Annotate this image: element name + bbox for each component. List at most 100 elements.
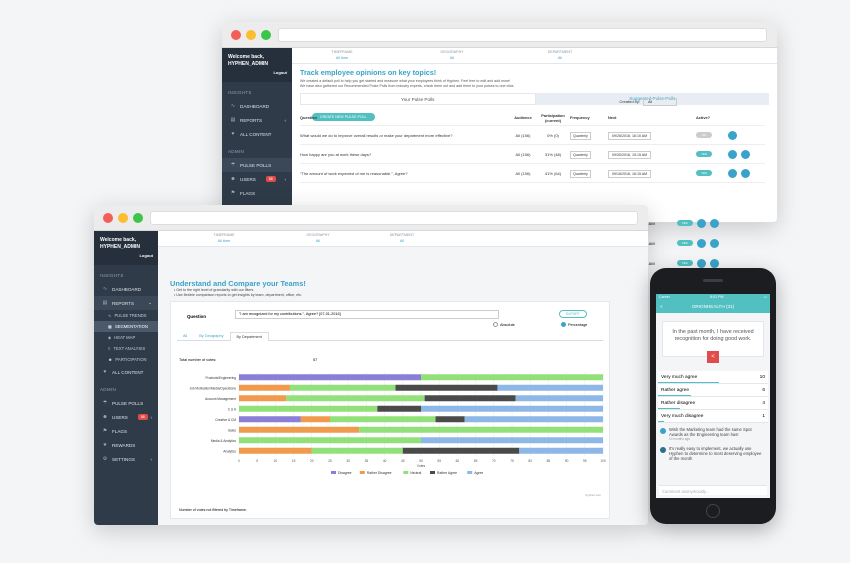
filter-label: DEPARTMENT <box>389 233 415 237</box>
frequency-select[interactable]: Quarterly <box>570 169 591 178</box>
message-icon[interactable] <box>709 238 719 248</box>
frequency-select[interactable]: Quarterly <box>570 131 591 140</box>
sidebar-item-users[interactable]: ☻ USERS 88 ‹ <box>94 410 158 424</box>
absolute-radio[interactable]: Absolute <box>493 322 515 327</box>
next-date-input[interactable]: 09/30/2016, 15:15 AM <box>608 150 652 159</box>
close-window-button[interactable] <box>103 213 113 223</box>
sidebar-item-pulse-polls[interactable]: ☂ PULSE POLLS <box>94 396 158 410</box>
x-tick-label: 0 <box>238 459 240 463</box>
timeframe-filter[interactable]: TIMEFRAME All time <box>194 233 254 243</box>
minimize-window-button[interactable] <box>118 213 128 223</box>
logout-link[interactable]: Logout <box>273 69 287 76</box>
sidebar-item-dashboard[interactable]: ∿ DASHBOARD <box>94 282 158 296</box>
department-filter[interactable]: DEPARTMENT All <box>372 233 432 243</box>
created-by-select[interactable]: All <box>643 98 677 106</box>
x-tick-label: 20 <box>310 459 314 463</box>
share-icon[interactable]: < <box>707 351 719 363</box>
sidebar-item-reports[interactable]: ▤ REPORTS ‹ <box>222 113 292 127</box>
comment-text: Wish the Marketing team had the same Spo… <box>669 427 752 437</box>
active-toggle[interactable]: YES <box>696 151 712 157</box>
sidebar-item-label: USERS <box>112 414 128 420</box>
sidebar-subitem-participation[interactable]: ☻ PARTICIPATION <box>94 354 158 365</box>
message-icon[interactable] <box>709 218 719 228</box>
insights-heading: INSIGHTS <box>100 273 124 278</box>
comment-input[interactable]: Comment anonymously... <box>659 485 767 495</box>
geography-filter[interactable]: GEOGRAPHY All <box>288 233 348 243</box>
bar-segment <box>239 405 378 412</box>
tab-your-pulse-polls[interactable]: Your Pulse Polls <box>300 93 536 105</box>
question-cell: "The amount of work expected of me is re… <box>300 170 408 176</box>
text-icon: ≡ <box>108 346 111 351</box>
geography-filter[interactable]: GEOGRAPHY All <box>422 50 482 60</box>
department-stacked-bar-chart: 0 5 10 15 20 25 30 35 40 45 50 55 60 65 70 75 80 85 90 95 10… <box>189 372 606 475</box>
tab-all[interactable]: All <box>177 332 193 341</box>
timeframe-filter[interactable]: TIMEFRAME All time <box>312 50 372 60</box>
page-bullets: • Get to the right level of granularity … <box>174 288 302 298</box>
tab-by-department[interactable]: By Department <box>229 332 269 341</box>
tab-by-geography[interactable]: By Geography <box>193 332 229 341</box>
sidebar-item-all-content[interactable]: ♥ ALL CONTENT <box>94 365 158 379</box>
sidebar-item-label: PULSE POLLS <box>240 162 272 168</box>
home-button[interactable] <box>706 504 720 518</box>
maximize-window-button[interactable] <box>261 30 271 40</box>
back-icon[interactable]: < <box>660 300 663 313</box>
sidebar-item-flags[interactable]: ⚑ FLAGS <box>94 424 158 438</box>
sidebar-item-rewards[interactable]: ★ REWARDS <box>94 438 158 452</box>
sidebar-subitem-text-analysis[interactable]: ≡ TEXT ANALYSIS <box>94 343 158 354</box>
edit-icon[interactable] <box>728 130 737 140</box>
filter-value: All <box>399 239 405 243</box>
address-bar[interactable] <box>278 28 767 42</box>
sidebar-item-users[interactable]: ☻ USERS 88 ‹ <box>222 172 292 186</box>
sidebar-item-reports[interactable]: ▤ REPORTS ⌄ <box>94 296 158 310</box>
maximize-window-button[interactable] <box>133 213 143 223</box>
vote-option[interactable]: Rather agree 6 <box>658 384 768 397</box>
department-filter[interactable]: DEPARTMENT All <box>530 50 590 60</box>
column-header: Frequency <box>570 115 590 120</box>
table-header: Question Audience Participation (current… <box>300 110 765 126</box>
category-label: C & A <box>228 407 237 411</box>
edit-icon[interactable] <box>696 218 706 228</box>
vote-option[interactable]: Rather disagree 4 <box>658 397 768 410</box>
sidebar-item-all-content[interactable]: ♥ ALL CONTENT <box>222 127 292 141</box>
radio-label: Absolute <box>500 322 515 327</box>
question-select[interactable]: "I am recognized for my contributions.",… <box>235 310 499 319</box>
sidebar-item-settings[interactable]: ⚙ SETTINGS ‹ <box>94 452 158 466</box>
message-icon[interactable] <box>741 168 750 178</box>
sidebar-item-flags[interactable]: ⚑ FLAGS <box>222 186 292 200</box>
export-button[interactable]: EXPORT <box>559 310 587 318</box>
sidebar-item-pulse-polls[interactable]: ☂ PULSE POLLS <box>222 158 292 172</box>
sidebar-item-dashboard[interactable]: ∿ DASHBOARD <box>222 99 292 113</box>
vote-option[interactable]: Very much agree 10 <box>658 371 768 384</box>
sidebar-item-label: PULSE POLLS <box>112 400 144 406</box>
edit-icon[interactable] <box>728 149 737 159</box>
x-tick-label: 5 <box>256 459 258 463</box>
active-toggle[interactable]: YES <box>676 220 693 226</box>
active-toggle[interactable]: YES <box>676 260 693 266</box>
report-icon: ▤ <box>230 117 236 123</box>
option-label: Rather agree <box>661 387 689 393</box>
percentage-radio[interactable]: Percentage <box>561 322 587 327</box>
option-label: Rather disagree <box>661 400 696 406</box>
address-bar[interactable] <box>150 211 638 225</box>
edit-icon[interactable] <box>728 168 737 178</box>
active-toggle[interactable]: NO <box>696 132 712 138</box>
edit-icon[interactable] <box>696 238 706 248</box>
filter-label: DEPARTMENT <box>547 50 573 54</box>
close-window-button[interactable] <box>231 30 241 40</box>
message-icon[interactable] <box>709 258 719 268</box>
minimize-window-button[interactable] <box>246 30 256 40</box>
active-toggle[interactable]: YES <box>696 170 712 176</box>
frequency-select[interactable]: Quarterly <box>570 150 591 159</box>
active-toggle[interactable]: YES <box>676 240 693 246</box>
table-row: What would we do to improve overall resu… <box>300 126 765 145</box>
sidebar-subitem-segmentation[interactable]: ▦ SEGMENTATION <box>94 321 158 332</box>
vote-option[interactable]: Very much disagree 1 <box>658 410 768 423</box>
sidebar-subitem-heat-map[interactable]: ◈ HEAT MAP <box>94 332 158 343</box>
logout-link[interactable]: Logout <box>139 252 153 259</box>
next-date-input[interactable]: 09/16/2016, 16:15 AM <box>608 169 652 178</box>
browser-chrome <box>222 22 777 48</box>
sidebar-subitem-pulse-trends[interactable]: ∿ PULSE TRENDS <box>94 310 158 321</box>
message-icon[interactable] <box>741 149 750 159</box>
edit-icon[interactable] <box>696 258 706 268</box>
next-date-input[interactable]: 09/26/2016, 16:10 AM <box>608 131 652 140</box>
